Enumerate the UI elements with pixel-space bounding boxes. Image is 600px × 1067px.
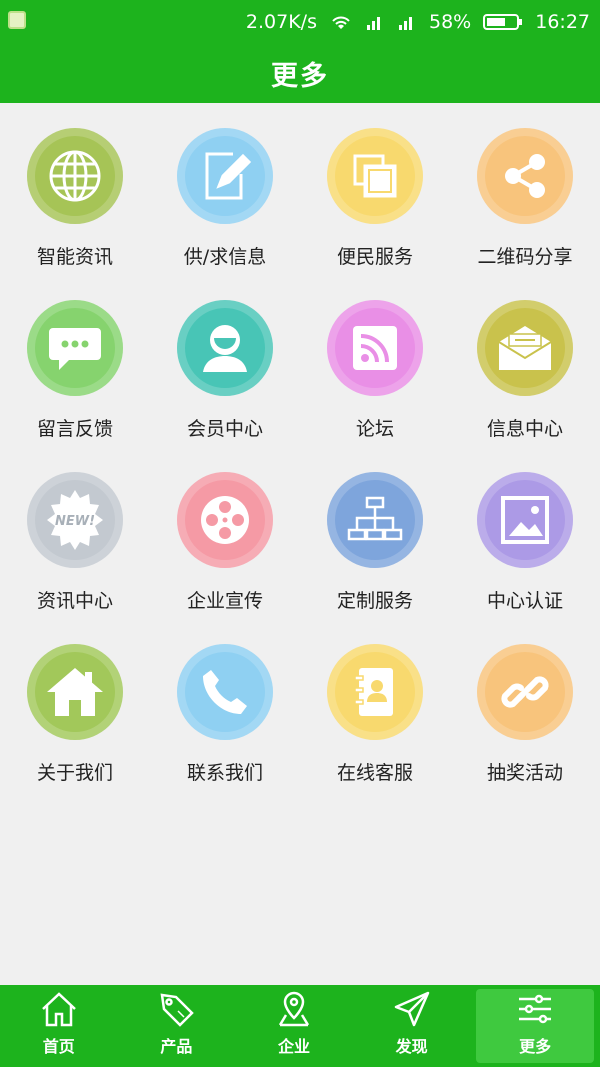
- grid-item-label: 论坛: [355, 418, 394, 440]
- battery-icon: [483, 13, 523, 31]
- tab-label: 产品: [160, 1037, 193, 1056]
- chat-icon: [27, 300, 123, 396]
- tab-home[interactable]: 首页: [0, 985, 118, 1067]
- grid-item-qr-share[interactable]: 二维码分享: [450, 104, 600, 276]
- grid-item-label: 留言反馈: [36, 418, 113, 440]
- grid-item-supply-demand[interactable]: 供/求信息: [150, 104, 300, 276]
- grid-item-label: 供/求信息: [183, 246, 267, 268]
- tab-label: 企业: [277, 1037, 310, 1056]
- grid-item-label: 便民服务: [336, 246, 413, 268]
- phone-icon: [177, 644, 273, 740]
- grid-item-about-us[interactable]: 关于我们: [0, 620, 150, 792]
- tab-label: 发现: [395, 1037, 428, 1056]
- grid-item-contact-us[interactable]: 联系我们: [150, 620, 300, 792]
- send-icon: [394, 991, 429, 1027]
- grid-item-label: 关于我们: [36, 762, 113, 784]
- map-pin-icon: [278, 991, 310, 1027]
- grid-item-certification[interactable]: 中心认证: [450, 448, 600, 620]
- picture-icon: [477, 472, 573, 568]
- bottom-tab-bar: 首页 产品 企业 发现 更多: [0, 985, 600, 1067]
- clock: 16:27: [535, 11, 590, 33]
- home-outline-icon: [41, 992, 76, 1027]
- grid-item-label: 智能资讯: [36, 246, 113, 268]
- edit-icon: [177, 128, 273, 224]
- rss-icon: [327, 300, 423, 396]
- link-icon: [477, 644, 573, 740]
- wifi-icon: [329, 13, 353, 31]
- copy-icon: [327, 128, 423, 224]
- film-reel-icon: [177, 472, 273, 568]
- user-icon: [177, 300, 273, 396]
- grid-item-lottery[interactable]: 抽奖活动: [450, 620, 600, 792]
- network-speed: 2.07K/s: [245, 11, 317, 33]
- new-badge-icon: NEW!: [27, 472, 123, 568]
- grid-item-convenience[interactable]: 便民服务: [300, 104, 450, 276]
- sliders-icon: [519, 994, 552, 1024]
- tab-enterprise[interactable]: 企业: [235, 985, 353, 1067]
- signal-icon: [365, 13, 385, 31]
- share-icon: [477, 128, 573, 224]
- tab-more[interactable]: 更多: [476, 989, 594, 1063]
- grid-item-custom-service[interactable]: 定制服务: [300, 448, 450, 620]
- grid-item-news[interactable]: 智能资讯: [0, 104, 150, 276]
- grid-item-member-center[interactable]: 会员中心: [150, 276, 300, 448]
- grid-item-label: 资讯中心: [36, 590, 113, 612]
- signal-icon-2: [397, 13, 417, 31]
- page-title: 更多: [0, 44, 600, 103]
- grid-item-label: 在线客服: [336, 762, 413, 784]
- status-bar: 2.07K/s 58% 16:27: [0, 0, 600, 44]
- grid-item-label: 联系我们: [186, 762, 263, 784]
- grid-item-promotion[interactable]: 企业宣传: [150, 448, 300, 620]
- grid-item-label: 二维码分享: [477, 246, 573, 268]
- tab-label: 首页: [42, 1037, 75, 1056]
- grid-item-label: 定制服务: [336, 590, 413, 612]
- grid-item-label: 中心认证: [486, 590, 563, 612]
- grid-item-label: 会员中心: [186, 418, 263, 440]
- tag-icon: [160, 993, 195, 1027]
- grid-item-label: 信息中心: [486, 418, 563, 440]
- envelope-icon: [477, 300, 573, 396]
- grid-item-info-center[interactable]: 信息中心: [450, 276, 600, 448]
- grid-item-feedback[interactable]: 留言反馈: [0, 276, 150, 448]
- notification-icon: [8, 11, 26, 29]
- org-chart-icon: [327, 472, 423, 568]
- battery-percent: 58%: [429, 11, 472, 33]
- tab-products[interactable]: 产品: [118, 985, 236, 1067]
- tab-discover[interactable]: 发现: [353, 985, 471, 1067]
- grid-item-online-support[interactable]: 在线客服: [300, 620, 450, 792]
- home-icon: [27, 644, 123, 740]
- grid-item-forum[interactable]: 论坛: [300, 276, 450, 448]
- grid-item-label: 企业宣传: [186, 590, 263, 612]
- globe-icon: [27, 128, 123, 224]
- grid-item-news-center[interactable]: NEW! 资讯中心: [0, 448, 150, 620]
- tab-label: 更多: [519, 1037, 552, 1056]
- contacts-book-icon: [327, 644, 423, 740]
- svg-text:NEW!: NEW!: [55, 514, 95, 529]
- grid-item-label: 抽奖活动: [486, 762, 563, 784]
